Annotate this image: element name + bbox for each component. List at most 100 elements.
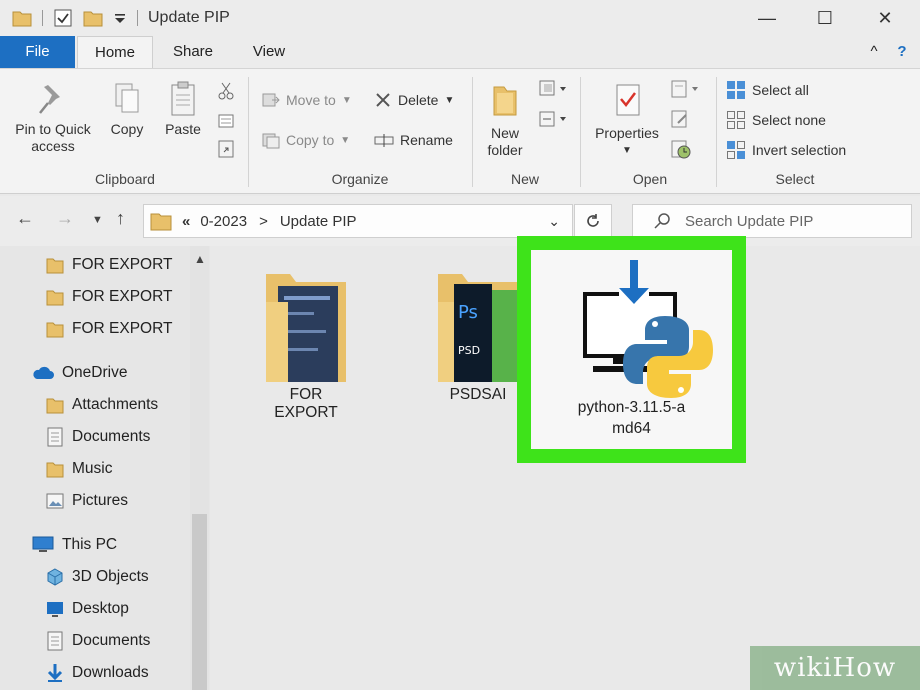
folder-icon [46,258,64,274]
properties-icon [616,84,640,116]
nav-item-documents[interactable]: Documents [46,422,150,452]
scroll-up-chevron-icon[interactable]: ▲ [194,252,206,266]
forward-arrow-icon[interactable]: → [56,208,74,229]
close-button[interactable]: ✕ [858,0,912,36]
up-arrow-icon[interactable]: ↑ [116,208,125,229]
svg-text:PSD: PSD [458,344,480,357]
maximize-button[interactable]: ☐ [798,0,852,36]
invert-selection-icon [727,141,745,159]
paste-button[interactable]: Paste [158,81,208,138]
nav-item-label: Documents [72,632,151,649]
move-to-button[interactable]: Move to ▼ [262,87,352,113]
nav-item-3d-objects[interactable]: 3D Objects [46,562,149,592]
nav-item-documents[interactable]: Documents [46,626,150,656]
new-folder-button[interactable]: New folder [480,81,530,159]
folder-icon [46,398,64,414]
file-item-python-installer[interactable]: python-3.11.5-a md64 [517,236,746,463]
move-to-label: Move to [286,92,336,108]
divider [472,77,473,187]
refresh-icon [587,214,599,227]
minimize-button[interactable]: — [740,0,794,36]
delete-label: Delete [398,92,439,108]
address-dropdown-chevron-icon[interactable]: ⌄ [548,213,560,230]
python-installer-icon [583,260,713,398]
new-folder-icon[interactable] [83,8,103,28]
recent-locations-chevron-icon[interactable]: ▼ [92,214,103,226]
nav-item-label: FOR EXPORT [72,320,173,337]
refresh-button[interactable] [574,204,612,238]
address-bar[interactable]: « 0-2023 > Update PIP ⌄ [143,204,573,238]
breadcrumb-item[interactable]: Update PIP [280,213,357,230]
nav-item-label: Desktop [72,600,129,617]
copy-path-icon[interactable] [216,111,236,131]
collapse-ribbon-button[interactable]: ^ [862,36,886,68]
divider [580,77,581,187]
tab-share[interactable]: Share [160,36,226,68]
file-item-psdsai[interactable]: Ps PSD PSDSAI [428,272,528,404]
open-icon[interactable] [670,79,700,99]
copy-button[interactable]: Copy [104,81,150,138]
nav-item-music[interactable]: Music [46,454,112,484]
select-all-label: Select all [752,82,809,98]
paste-label: Paste [165,121,201,137]
copy-to-label: Copy to [286,132,335,148]
new-item-icon[interactable] [538,79,568,99]
copy-to-icon [262,133,280,149]
nav-item-onedrive[interactable]: OneDrive [32,358,127,388]
select-all-button[interactable]: Select all [726,77,809,103]
delete-x-icon [376,93,390,107]
nav-item-this-pc[interactable]: This PC [32,530,117,560]
nav-item-label: 3D Objects [72,568,149,585]
select-none-button[interactable]: Select none [726,107,826,133]
title-bar: Update PIP — ☐ ✕ [0,0,920,36]
tab-home[interactable]: Home [77,36,153,69]
pin-to-quick-access-button[interactable]: Pin to Quick access [6,81,100,155]
breadcrumb-item[interactable]: 0-2023 [200,213,247,230]
edit-icon[interactable] [670,109,690,129]
svg-text:Ps: Ps [458,302,478,323]
tab-view[interactable]: View [236,36,302,68]
navigation-pane: FOR EXPORT FOR EXPORT FOR EXPORT OneDriv… [0,246,210,690]
nav-item-pictures[interactable]: Pictures [46,486,128,516]
nav-item-for-export[interactable]: FOR EXPORT [46,314,172,344]
desktop-icon [47,602,63,617]
easy-access-icon[interactable] [538,109,568,129]
tab-file[interactable]: File [0,36,75,68]
scroll-thumb[interactable] [192,514,207,690]
search-input[interactable]: Search Update PIP [632,204,912,238]
nav-item-for-export[interactable]: FOR EXPORT [46,282,172,312]
nav-item-desktop[interactable]: Desktop [46,594,129,624]
nav-item-label: OneDrive [62,364,128,381]
invert-selection-button[interactable]: Invert selection [726,137,846,163]
back-arrow-icon[interactable]: ← [16,208,34,229]
scrollbar[interactable]: ▲ [190,246,209,690]
properties-check-icon[interactable] [53,8,73,28]
folder-icon: Ps PSD [438,274,522,382]
nav-item-downloads[interactable]: Downloads [46,658,149,688]
delete-button[interactable]: Delete ▼ [374,87,454,113]
file-name-line: python-3.11.5-a [577,399,686,416]
folder-icon [46,322,64,338]
properties-button[interactable]: Properties ▼ [588,81,666,159]
cut-icon[interactable] [216,81,236,101]
cloud-icon [33,366,54,379]
paste-icon [171,81,195,116]
copy-to-button[interactable]: Copy to ▼ [262,127,350,153]
divider [248,77,249,187]
nav-item-label: Attachments [72,396,159,413]
rename-icon [374,134,394,147]
select-none-label: Select none [752,112,826,128]
history-icon[interactable] [670,139,692,159]
file-item-for-export[interactable]: FOR EXPORT [256,272,356,422]
divider [137,10,138,26]
rename-button[interactable]: Rename [374,127,453,153]
nav-item-attachments[interactable]: Attachments [46,390,158,420]
customize-toolbar-icon[interactable] [113,11,127,25]
nav-item-for-export[interactable]: FOR EXPORT [46,250,172,280]
help-button[interactable]: ? [890,36,914,68]
pictures-icon [46,493,64,509]
paste-shortcut-icon[interactable] [216,139,236,159]
breadcrumb-overflow[interactable]: « [182,213,190,230]
copy-label: Copy [110,121,144,137]
folder-icon [12,11,32,27]
